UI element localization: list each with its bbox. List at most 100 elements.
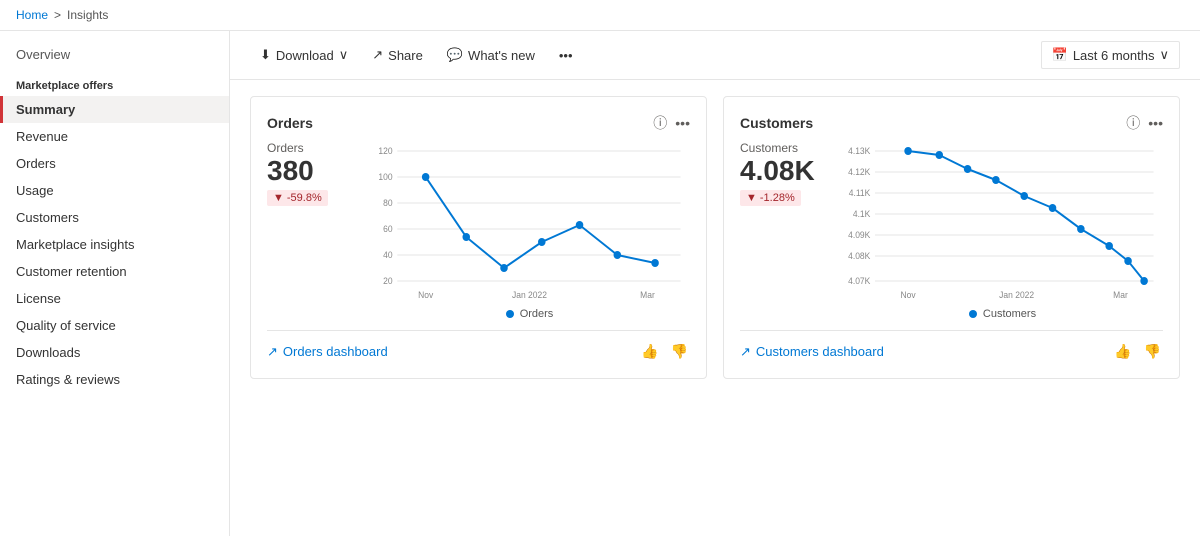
orders-legend-label: Orders [520, 308, 554, 320]
customers-card-header: Customers ⓘ ••• [740, 113, 1163, 133]
customers-feedback: 👍 👎 [1112, 341, 1163, 362]
sidebar-item-downloads[interactable]: Downloads [0, 339, 229, 366]
orders-change-value: -59.8% [287, 192, 322, 204]
orders-metric-value: 380 [267, 157, 357, 185]
customers-metric-value: 4.08K [740, 157, 830, 185]
more-button[interactable]: ••• [549, 43, 583, 68]
svg-text:4.09K: 4.09K [848, 230, 870, 240]
customers-chart-container: 4.13K 4.12K 4.11K 4.1K 4.09K 4.08K 4.07K… [842, 141, 1163, 320]
breadcrumb-sep: > [54, 8, 61, 22]
svg-text:Nov: Nov [418, 290, 434, 300]
orders-card-header: Orders ⓘ ••• [267, 113, 690, 133]
content-area: ⬇ Download ∨ ↗ Share 💬 What's new ••• 📅 … [230, 31, 1200, 536]
orders-chart-legend: Orders [369, 308, 690, 320]
customers-thumbs-up-button[interactable]: 👍 [1112, 341, 1133, 362]
download-button[interactable]: ⬇ Download ∨ [250, 42, 358, 68]
customers-card-footer: ↗ Customers dashboard 👍 👎 [740, 330, 1163, 362]
orders-card: Orders ⓘ ••• Orders 380 ▼ -59.8% [250, 96, 707, 379]
sidebar-item-quality-of-service[interactable]: Quality of service [0, 312, 229, 339]
sidebar-item-orders[interactable]: Orders [0, 150, 229, 177]
sidebar-item-overview[interactable]: Overview [0, 43, 229, 72]
date-filter-button[interactable]: 📅 Last 6 months ∨ [1041, 41, 1180, 69]
customers-card: Customers ⓘ ••• Customers 4.08K ▼ -1.28% [723, 96, 1180, 379]
customers-more-icon[interactable]: ••• [1148, 115, 1163, 131]
download-icon: ⬇ [260, 47, 271, 63]
customers-metric-badge: ▼ -1.28% [740, 190, 801, 206]
sidebar-item-marketplace-insights[interactable]: Marketplace insights [0, 231, 229, 258]
sidebar-item-ratings-reviews[interactable]: Ratings & reviews [0, 366, 229, 393]
sidebar-item-usage[interactable]: Usage [0, 177, 229, 204]
orders-info-icon[interactable]: ⓘ [653, 113, 667, 133]
breadcrumb-home[interactable]: Home [16, 8, 48, 22]
svg-text:60: 60 [383, 224, 393, 234]
orders-thumbs-down-button[interactable]: 👎 [669, 341, 690, 362]
sidebar-section-label: Marketplace offers [0, 72, 229, 96]
svg-text:20: 20 [383, 276, 393, 286]
orders-metrics: Orders 380 ▼ -59.8% [267, 141, 357, 214]
sidebar: Overview Marketplace offers Summary Reve… [0, 31, 230, 536]
customers-line-chart: 4.13K 4.12K 4.11K 4.1K 4.09K 4.08K 4.07K… [842, 141, 1163, 301]
more-icon: ••• [559, 48, 573, 63]
customers-legend-dot [969, 310, 977, 318]
download-label: Download [276, 48, 334, 63]
orders-dashboard-link-label: Orders dashboard [283, 344, 388, 359]
toolbar: ⬇ Download ∨ ↗ Share 💬 What's new ••• 📅 … [230, 31, 1200, 80]
customers-thumbs-down-button[interactable]: 👎 [1142, 341, 1163, 362]
whats-new-label: What's new [468, 48, 535, 63]
customers-dashboard-link[interactable]: ↗ Customers dashboard [740, 344, 884, 360]
orders-card-title: Orders [267, 115, 313, 131]
customers-metric-label: Customers [740, 141, 830, 155]
svg-text:4.08K: 4.08K [848, 251, 870, 261]
orders-chart-container: 120 100 80 60 40 20 Nov Jan 2022 Mar [369, 141, 690, 320]
breadcrumb-current: Insights [67, 8, 108, 22]
orders-dashboard-link[interactable]: ↗ Orders dashboard [267, 344, 388, 360]
customers-metrics: Customers 4.08K ▼ -1.28% [740, 141, 830, 214]
calendar-icon: 📅 [1052, 47, 1068, 63]
orders-thumbs-up-button[interactable]: 👍 [639, 341, 660, 362]
sidebar-item-license[interactable]: License [0, 285, 229, 312]
download-chevron-icon: ∨ [339, 47, 349, 63]
share-button[interactable]: ↗ Share [362, 42, 433, 68]
orders-metric-label: Orders [267, 141, 357, 155]
orders-feedback: 👍 👎 [639, 341, 690, 362]
customers-trend-down-icon: ▼ [746, 192, 757, 204]
orders-card-footer: ↗ Orders dashboard 👍 👎 [267, 330, 690, 362]
sidebar-item-summary[interactable]: Summary [0, 96, 229, 123]
customers-chart-legend: Customers [842, 308, 1163, 320]
svg-text:Nov: Nov [901, 290, 917, 300]
orders-legend-dot [506, 310, 514, 318]
whats-new-icon: 💬 [447, 47, 463, 63]
date-filter-label: Last 6 months [1073, 48, 1155, 63]
orders-more-icon[interactable]: ••• [675, 115, 690, 131]
customers-change-value: -1.28% [760, 192, 795, 204]
share-label: Share [388, 48, 423, 63]
sidebar-item-customer-retention[interactable]: Customer retention [0, 258, 229, 285]
date-filter-chevron-icon: ∨ [1159, 47, 1169, 63]
svg-text:4.13K: 4.13K [848, 146, 870, 156]
customers-info-icon[interactable]: ⓘ [1126, 113, 1140, 133]
orders-card-body: Orders 380 ▼ -59.8% [267, 141, 690, 320]
svg-text:4.11K: 4.11K [849, 188, 871, 198]
svg-text:120: 120 [378, 146, 392, 156]
svg-text:Jan 2022: Jan 2022 [512, 290, 547, 300]
sidebar-item-customers[interactable]: Customers [0, 204, 229, 231]
orders-dashboard-trend-icon: ↗ [267, 344, 278, 360]
svg-text:40: 40 [383, 250, 393, 260]
svg-text:4.07K: 4.07K [848, 276, 870, 286]
svg-text:Mar: Mar [640, 290, 655, 300]
whats-new-button[interactable]: 💬 What's new [437, 42, 545, 68]
sidebar-item-revenue[interactable]: Revenue [0, 123, 229, 150]
customers-dashboard-trend-icon: ↗ [740, 344, 751, 360]
svg-text:80: 80 [383, 198, 393, 208]
customers-card-actions: ⓘ ••• [1126, 113, 1163, 133]
svg-text:100: 100 [378, 172, 392, 182]
orders-line-chart: 120 100 80 60 40 20 Nov Jan 2022 Mar [369, 141, 690, 301]
orders-trend-down-icon: ▼ [273, 192, 284, 204]
customers-card-body: Customers 4.08K ▼ -1.28% [740, 141, 1163, 320]
orders-card-actions: ⓘ ••• [653, 113, 690, 133]
customers-legend-label: Customers [983, 308, 1036, 320]
orders-metric-badge: ▼ -59.8% [267, 190, 328, 206]
breadcrumb: Home > Insights [0, 0, 1200, 31]
cards-area: Orders ⓘ ••• Orders 380 ▼ -59.8% [230, 80, 1200, 536]
svg-text:4.12K: 4.12K [848, 167, 870, 177]
